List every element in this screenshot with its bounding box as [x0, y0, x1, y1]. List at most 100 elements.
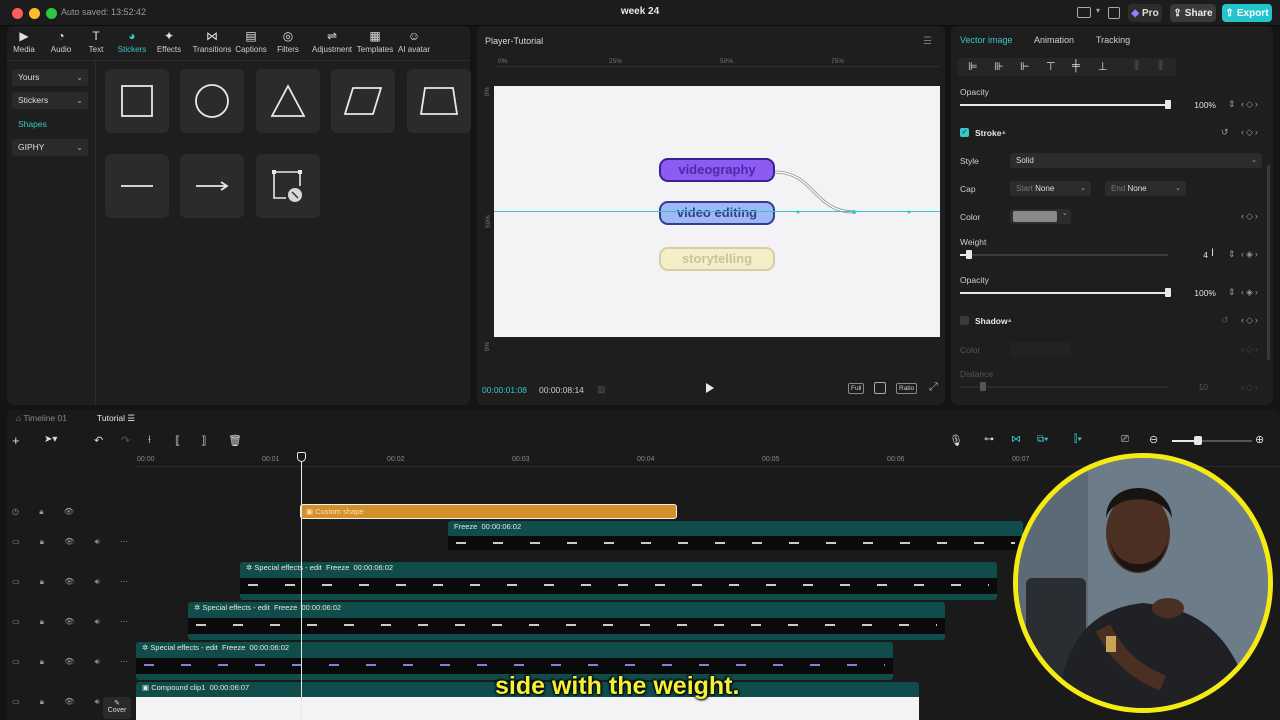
- select-tool-icon[interactable]: ➤▾: [44, 434, 57, 445]
- delete-icon[interactable]: 🗑︎: [228, 434, 242, 447]
- align-top-icon[interactable]: ⊤: [1046, 60, 1056, 73]
- distance-slider[interactable]: [960, 386, 1168, 388]
- align-right-icon[interactable]: ⊩: [1020, 60, 1030, 73]
- export-button[interactable]: ⇧ Export: [1222, 4, 1272, 22]
- collapse-icon[interactable]: ▴: [1008, 316, 1012, 324]
- distribute-v-icon[interactable]: ⫼: [1158, 60, 1163, 73]
- shape-trapezoid-tile[interactable]: [407, 69, 471, 133]
- reset-icon[interactable]: ↺: [1221, 127, 1229, 138]
- keyframe-icon[interactable]: ‹◈›: [1241, 249, 1260, 260]
- distance-slider-handle[interactable]: [980, 382, 986, 391]
- inspector-scrollbar[interactable]: [1267, 165, 1270, 360]
- layout-icon[interactable]: [1077, 7, 1091, 18]
- distance-value[interactable]: 10: [1176, 382, 1208, 392]
- tool-transitions[interactable]: ⋈ Transitions: [192, 30, 232, 55]
- keyframe-icon[interactable]: ‹◇›: [1241, 99, 1260, 110]
- split-icon[interactable]: ⟊: [148, 434, 151, 447]
- shape-circle-tile[interactable]: [180, 69, 244, 133]
- preview-axis-icon[interactable]: ⫿▾: [1074, 434, 1082, 445]
- tool-templates[interactable]: ▦ Templates: [356, 30, 394, 55]
- tool-text[interactable]: T Text: [78, 30, 114, 55]
- playhead-handle[interactable]: [297, 452, 306, 462]
- playhead[interactable]: [301, 452, 302, 720]
- microphone-icon[interactable]: 🎙︎: [949, 434, 963, 447]
- cover-button[interactable]: ✎ Cover: [103, 697, 131, 719]
- stroke-opacity-handle[interactable]: [1165, 288, 1171, 297]
- special-effects-clip[interactable]: ✲ Special effects - edit Freeze 00:00:06…: [240, 562, 997, 600]
- maximize-window-icon[interactable]: [46, 8, 57, 19]
- weight-slider[interactable]: [960, 254, 1168, 256]
- shadow-color-picker[interactable]: [1010, 342, 1071, 356]
- trim-left-icon[interactable]: ⟦: [175, 434, 180, 447]
- keyframe-icon[interactable]: ‹◇›: [1241, 315, 1260, 326]
- panel-toggle-icon[interactable]: [1108, 7, 1120, 19]
- magnet-icon[interactable]: ⋈: [1011, 434, 1021, 445]
- shape-line-tile[interactable]: [105, 154, 169, 218]
- track-controls[interactable]: ▭ 🔒︎ 👁︎ 🔊︎ ⋯: [12, 617, 137, 627]
- zoom-in-icon[interactable]: ⊕: [1255, 433, 1264, 446]
- category-giphy[interactable]: GIPHY ⌄: [12, 139, 88, 156]
- tool-effects[interactable]: ✦ Effects: [151, 30, 187, 55]
- tool-adjustment[interactable]: ⇌ Adjustment: [311, 30, 353, 55]
- full-button[interactable]: Full: [848, 383, 865, 394]
- track-controls[interactable]: ▭ 🔒︎ 👁︎ 🔊︎ ⋯: [12, 657, 137, 667]
- stroke-opacity-value[interactable]: 100%: [1176, 288, 1216, 298]
- stepper-icon[interactable]: ⇕: [1228, 99, 1236, 110]
- weight-value[interactable]: 4: [1176, 250, 1208, 260]
- tab-tracking[interactable]: Tracking: [1096, 35, 1130, 45]
- align-middle-icon[interactable]: ╪: [1072, 60, 1080, 72]
- fit-icon[interactable]: ⎚: [1121, 434, 1129, 445]
- redo-icon[interactable]: ↷: [121, 434, 130, 447]
- fullscreen-icon[interactable]: ⤢: [929, 381, 938, 394]
- keyframe-icon[interactable]: ‹◇›: [1241, 127, 1260, 138]
- tool-media[interactable]: ▶ Media: [6, 30, 42, 55]
- tool-audio[interactable]: ◔ Audio: [42, 30, 80, 55]
- play-icon[interactable]: [706, 383, 714, 393]
- tool-filters[interactable]: ◎ Filters: [270, 30, 306, 55]
- shadow-checkbox[interactable]: [960, 316, 969, 325]
- opacity-value[interactable]: 100%: [1176, 100, 1216, 110]
- tool-stickers[interactable]: ◕ Stickers: [114, 30, 150, 55]
- tool-captions[interactable]: ▤ Captions: [233, 30, 269, 55]
- style-select[interactable]: Solid ⌄: [1010, 153, 1262, 168]
- align-left-icon[interactable]: ⊫: [968, 60, 978, 73]
- align-center-icon[interactable]: ⊪: [994, 60, 1004, 73]
- freeze-clip[interactable]: Freeze 00:00:06:02: [448, 521, 1023, 550]
- track-controls[interactable]: ▭ 🔒︎ 👁︎ 🔊︎ ⋯: [12, 577, 137, 587]
- undo-icon[interactable]: ↶: [94, 434, 103, 447]
- tab-tutorial[interactable]: Tutorial ☰: [97, 413, 135, 424]
- waveform-icon[interactable]: ▥: [597, 384, 606, 395]
- shape-parallelogram-tile[interactable]: [331, 69, 395, 133]
- close-window-icon[interactable]: [12, 8, 23, 19]
- shape-custom-pen-tile[interactable]: [256, 154, 320, 218]
- menu-icon[interactable]: ☰: [923, 36, 932, 47]
- share-button[interactable]: ⇪ Share: [1170, 4, 1216, 22]
- cap-start-select[interactable]: Start None ⌄: [1010, 181, 1091, 196]
- layout-chevron-icon[interactable]: ▾: [1096, 6, 1100, 15]
- link-icon[interactable]: ⊶: [984, 434, 994, 445]
- align-bottom-icon[interactable]: ⊥: [1098, 60, 1108, 73]
- tab-animation[interactable]: Animation: [1034, 35, 1074, 45]
- pro-button[interactable]: ◆ Pro: [1128, 4, 1162, 22]
- add-icon[interactable]: +: [12, 433, 20, 448]
- reset-icon[interactable]: ↺: [1221, 315, 1229, 326]
- keyframe-icon[interactable]: ‹◇›: [1241, 211, 1260, 222]
- zoom-out-icon[interactable]: ⊖: [1149, 433, 1158, 446]
- stroke-color-picker[interactable]: ⌄: [1010, 209, 1071, 224]
- stroke-checkbox[interactable]: ✓: [960, 128, 969, 137]
- snap-icon[interactable]: ⧉▾: [1037, 434, 1048, 445]
- category-yours[interactable]: Yours ⌄: [12, 69, 88, 86]
- keyframe-icon[interactable]: ‹◈›: [1241, 287, 1260, 298]
- shape-square-tile[interactable]: [105, 69, 169, 133]
- collapse-icon[interactable]: ▴: [1002, 128, 1006, 136]
- weight-slider-handle[interactable]: [966, 250, 972, 259]
- stepper-icon[interactable]: ⇕: [1228, 287, 1236, 298]
- keyframe-icon[interactable]: ‹◇›: [1241, 382, 1260, 393]
- opacity-slider-handle[interactable]: [1165, 100, 1171, 109]
- track-controls[interactable]: ▭ 🔒︎ 👁︎ 🔊︎ ⋯: [12, 537, 137, 547]
- tab-vector-image[interactable]: Vector image: [960, 35, 1013, 45]
- shape-triangle-tile[interactable]: [256, 69, 320, 133]
- tab-timeline-01[interactable]: ⌂ Timeline 01: [16, 413, 67, 423]
- custom-shape-clip[interactable]: ▣ Custom shape: [300, 504, 677, 519]
- shape-arrow-tile[interactable]: [180, 154, 244, 218]
